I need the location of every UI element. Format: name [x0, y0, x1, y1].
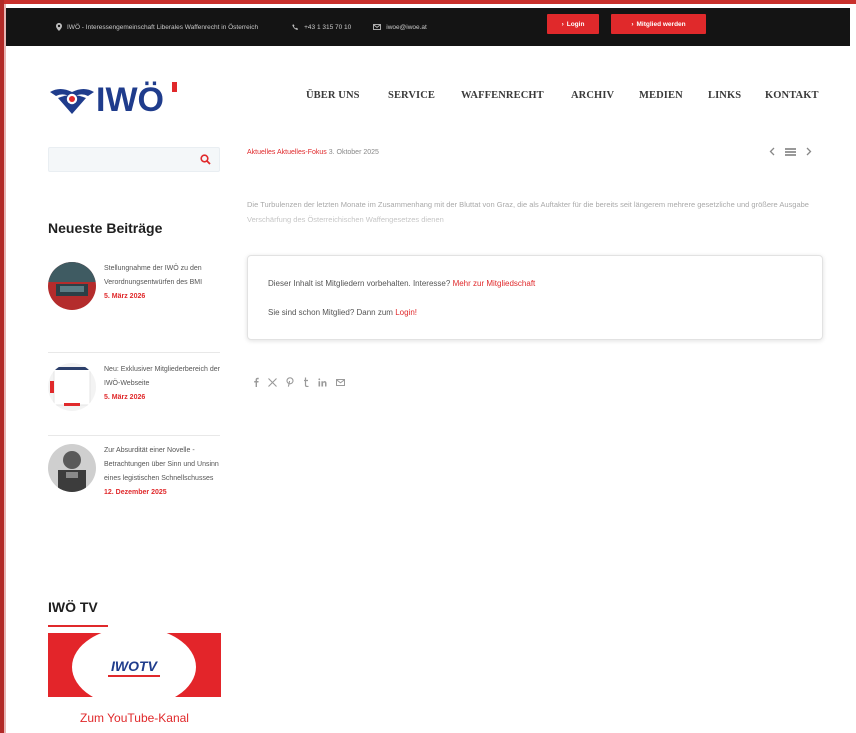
next-post-icon[interactable]: [806, 147, 812, 156]
post-date: 12. Dezember 2025: [104, 489, 167, 496]
nav-item-archiv[interactable]: ARCHIV: [571, 90, 614, 101]
browser-frame-left-inner: [4, 4, 6, 733]
post-categories[interactable]: Aktuelles Aktuelles-Fokus: [247, 149, 327, 156]
share-bar: [253, 377, 345, 387]
login-prompt: Sie sind schon Mitglied? Dann zum Login!: [268, 308, 417, 317]
post-thumbnail[interactable]: [48, 363, 96, 411]
tv-logo-text: IWOTV: [111, 658, 159, 674]
pinterest-icon[interactable]: [286, 377, 294, 387]
members-only-box: Dieser Inhalt ist Mitgliedern vorbehalte…: [247, 255, 823, 340]
linkedin-icon[interactable]: [318, 377, 327, 387]
org-text: IWÖ - Interessengemeinschaft Liberales W…: [67, 23, 259, 31]
member-arrow-icon: ›: [631, 20, 634, 28]
youtube-channel-link[interactable]: Zum YouTube-Kanal: [48, 711, 221, 725]
post-thumbnail[interactable]: [48, 262, 96, 310]
post-text: Neu: Exklusiver Mitgliederbereich der IW…: [104, 363, 222, 405]
login-label: Login: [566, 20, 585, 28]
grid-menu-icon[interactable]: [785, 147, 796, 156]
become-member-button[interactable]: › Mitglied werden: [611, 14, 706, 34]
nav-item-medien[interactable]: MEDIEN: [639, 90, 683, 101]
phone-info[interactable]: +43 1 315 70 10: [292, 24, 351, 31]
login-arrow-icon: ›: [561, 20, 564, 28]
email-address: iwoe@iwoe.at: [386, 23, 427, 31]
post-title[interactable]: Stellungnahme der IWÖ zu den Verordnungs…: [104, 265, 202, 286]
title-underline: [48, 625, 108, 627]
post-title[interactable]: Zur Absurdität einer Novelle - Betrachtu…: [104, 447, 219, 482]
excerpt-fade-overlay: [247, 212, 823, 246]
phone-icon: [292, 23, 299, 30]
post-date: 5. März 2026: [104, 394, 146, 401]
post-navigation: [769, 147, 812, 156]
iwoe-tv-banner[interactable]: IWOTV: [48, 633, 221, 697]
post-meta-date: 3. Oktober 2025: [328, 149, 379, 156]
top-bar: IWÖ - Interessengemeinschaft Liberales W…: [6, 8, 850, 46]
login-button[interactable]: › Login: [547, 14, 599, 34]
facebook-icon[interactable]: [253, 377, 259, 387]
post-divider: [48, 435, 220, 436]
iwoe-tv-title: IWÖ TV: [48, 599, 98, 615]
nav-item-links[interactable]: LINKS: [708, 90, 741, 101]
search-icon[interactable]: [200, 154, 211, 165]
recent-post-1[interactable]: Stellungnahme der IWÖ zu den Verordnungs…: [48, 262, 220, 342]
nav-item-ueber-uns[interactable]: ÜBER UNS: [306, 90, 360, 101]
search-input[interactable]: [49, 148, 189, 171]
login-link[interactable]: Login!: [395, 308, 417, 317]
nav-item-service[interactable]: SERVICE: [388, 90, 435, 101]
mail-icon: [373, 24, 382, 30]
phone-number: +43 1 315 70 10: [304, 23, 352, 31]
tumblr-icon[interactable]: [303, 377, 309, 387]
post-date: 5. März 2026: [104, 293, 146, 300]
post-meta: Aktuelles Aktuelles-Fokus 3. Oktober 202…: [247, 149, 379, 156]
member-label: Mitglied werden: [636, 20, 686, 28]
nav-item-kontakt[interactable]: KONTAKT: [765, 90, 819, 101]
post-text: Zur Absurdität einer Novelle - Betrachtu…: [104, 444, 222, 500]
post-thumbnail[interactable]: [48, 444, 96, 492]
recent-post-3[interactable]: Zur Absurdität einer Novelle - Betrachtu…: [48, 444, 220, 542]
org-info: IWÖ - Interessengemeinschaft Liberales W…: [56, 23, 258, 31]
search-box: [48, 147, 220, 172]
x-icon[interactable]: [268, 377, 277, 387]
restricted-text: Dieser Inhalt ist Mitgliedern vorbehalte…: [268, 279, 451, 288]
email-info[interactable]: iwoe@iwoe.at: [373, 24, 427, 31]
location-icon: [56, 23, 62, 31]
prev-post-icon[interactable]: [769, 147, 775, 156]
main-nav: ÜBER UNS SERVICE WAFFENRECHT ARCHIV MEDI…: [0, 90, 856, 106]
recent-post-2[interactable]: Neu: Exklusiver Mitgliederbereich der IW…: [48, 363, 220, 425]
login-prompt-text: Sie sind schon Mitglied? Dann zum: [268, 308, 393, 317]
nav-item-waffenrecht[interactable]: WAFFENRECHT: [461, 90, 544, 101]
post-text: Stellungnahme der IWÖ zu den Verordnungs…: [104, 262, 222, 304]
browser-frame-top: [0, 0, 856, 4]
post-title[interactable]: Neu: Exklusiver Mitgliederbereich der IW…: [104, 366, 220, 387]
recent-posts-title: Neueste Beiträge: [48, 220, 163, 236]
restricted-message: Dieser Inhalt ist Mitgliedern vorbehalte…: [268, 279, 535, 288]
membership-link[interactable]: Mehr zur Mitgliedschaft: [453, 279, 536, 288]
post-divider: [48, 352, 220, 353]
email-icon[interactable]: [336, 378, 345, 386]
